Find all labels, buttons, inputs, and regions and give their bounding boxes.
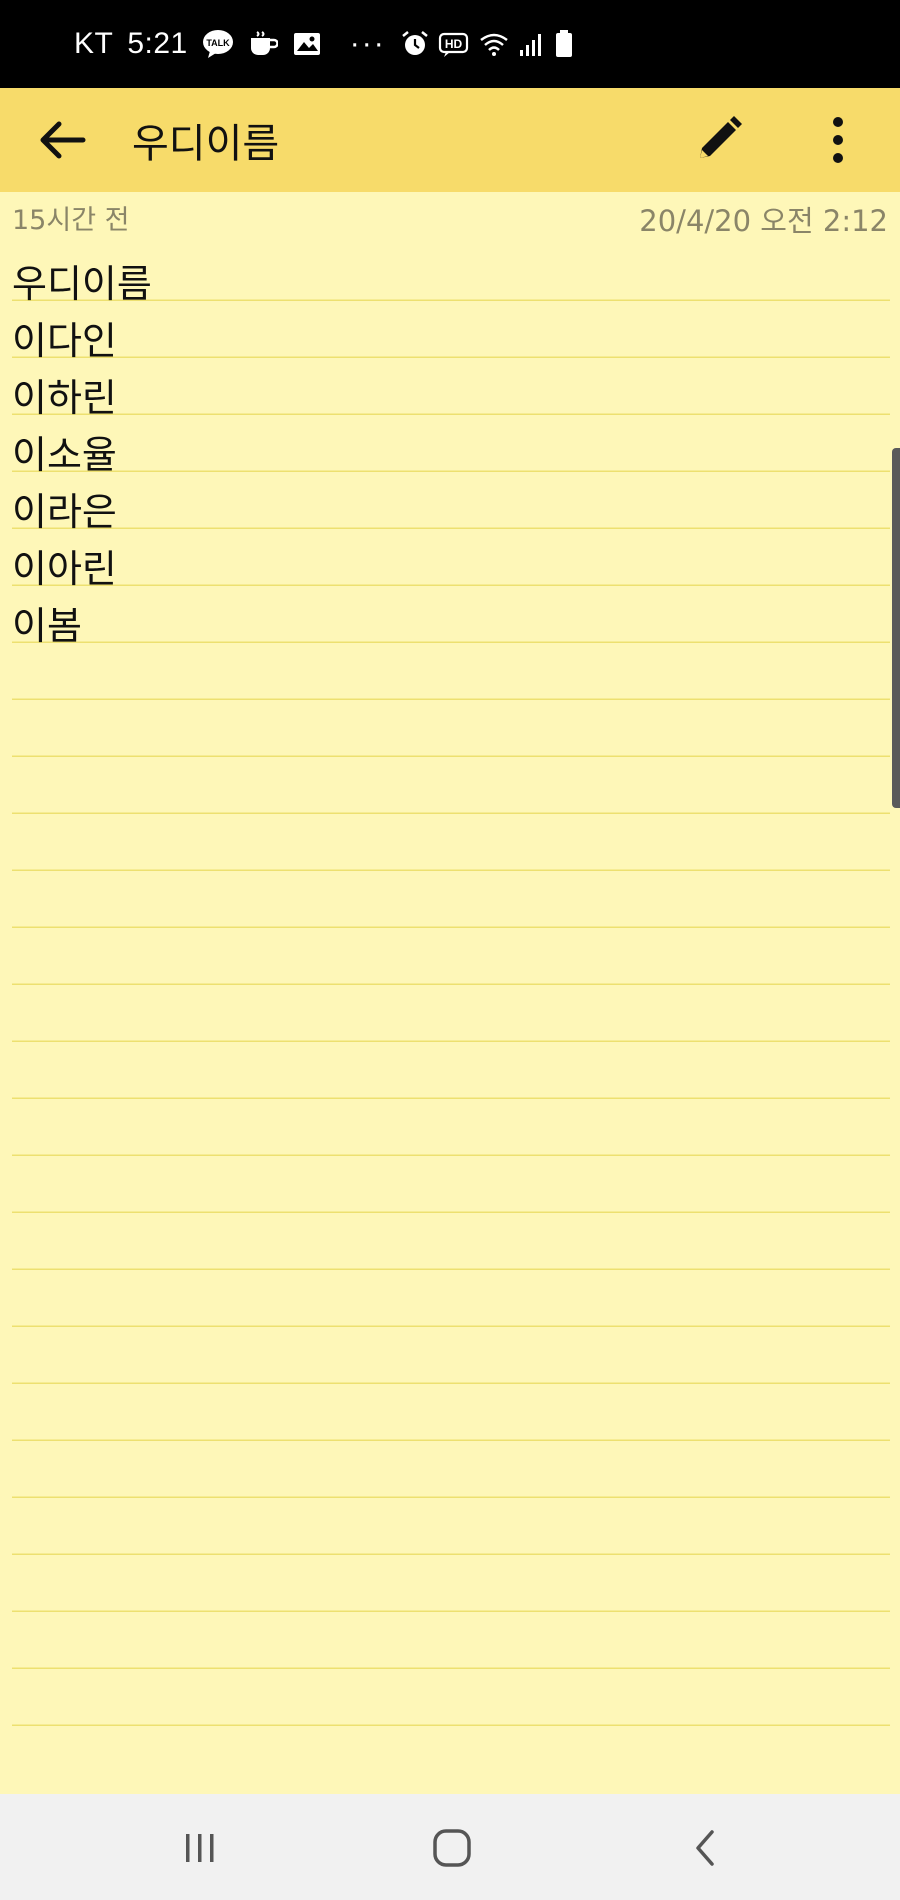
clock: 5:21 [127, 27, 188, 60]
nav-back-button[interactable] [672, 1816, 736, 1880]
svg-text:TALK: TALK [206, 38, 230, 48]
more-vertical-icon [833, 117, 843, 163]
back-button[interactable] [30, 110, 94, 170]
status-bar: KT 5:21 TALK ··· HD [0, 0, 900, 88]
note-line: 이봄 [12, 604, 82, 648]
home-icon [433, 1829, 471, 1867]
alarm-icon [400, 29, 430, 59]
toolbar: 우디이름 [0, 88, 900, 192]
talk-icon: TALK [202, 29, 234, 59]
back-chevron-icon [696, 1830, 714, 1866]
scrollbar-thumb[interactable] [892, 448, 900, 808]
note-title: 우디이름 [132, 121, 280, 167]
note-line: 이소율 [12, 433, 117, 477]
note-line: 이라은 [12, 490, 117, 534]
note-line: 이하린 [12, 376, 117, 420]
edit-button[interactable] [688, 110, 748, 170]
modified-timestamp: 20/4/20 오전 2:12 [639, 204, 888, 238]
more-options-button[interactable] [812, 110, 864, 170]
note-line: 이다인 [12, 319, 117, 363]
signal-icon [518, 30, 546, 58]
note-line: 이아린 [12, 547, 117, 591]
battery-icon [554, 29, 574, 59]
home-button[interactable] [420, 1816, 484, 1880]
arrow-left-icon [40, 121, 86, 159]
note-lines: 우디이름 이다인 이하린 이소율 이라은 이아린 이봄 [12, 256, 152, 655]
more-notifications: ··· [349, 27, 386, 60]
recents-icon [186, 1834, 214, 1862]
svg-text:HD: HD [445, 37, 463, 51]
navigation-bar [0, 1794, 900, 1900]
status-icons: HD [400, 0, 574, 88]
hd-call-icon: HD [438, 30, 470, 58]
relative-time: 15시간 전 [12, 205, 130, 236]
wifi-icon [478, 30, 510, 58]
status-left: KT 5:21 TALK ··· [74, 0, 386, 88]
image-icon [292, 30, 322, 58]
pencil-icon [700, 116, 742, 158]
recents-button[interactable] [168, 1816, 232, 1880]
coffee-icon [248, 30, 278, 58]
note-line: 우디이름 [12, 262, 152, 306]
carrier-label: KT [74, 27, 114, 60]
note-meta: 15시간 전 20/4/20 오전 2:12 [0, 192, 900, 244]
